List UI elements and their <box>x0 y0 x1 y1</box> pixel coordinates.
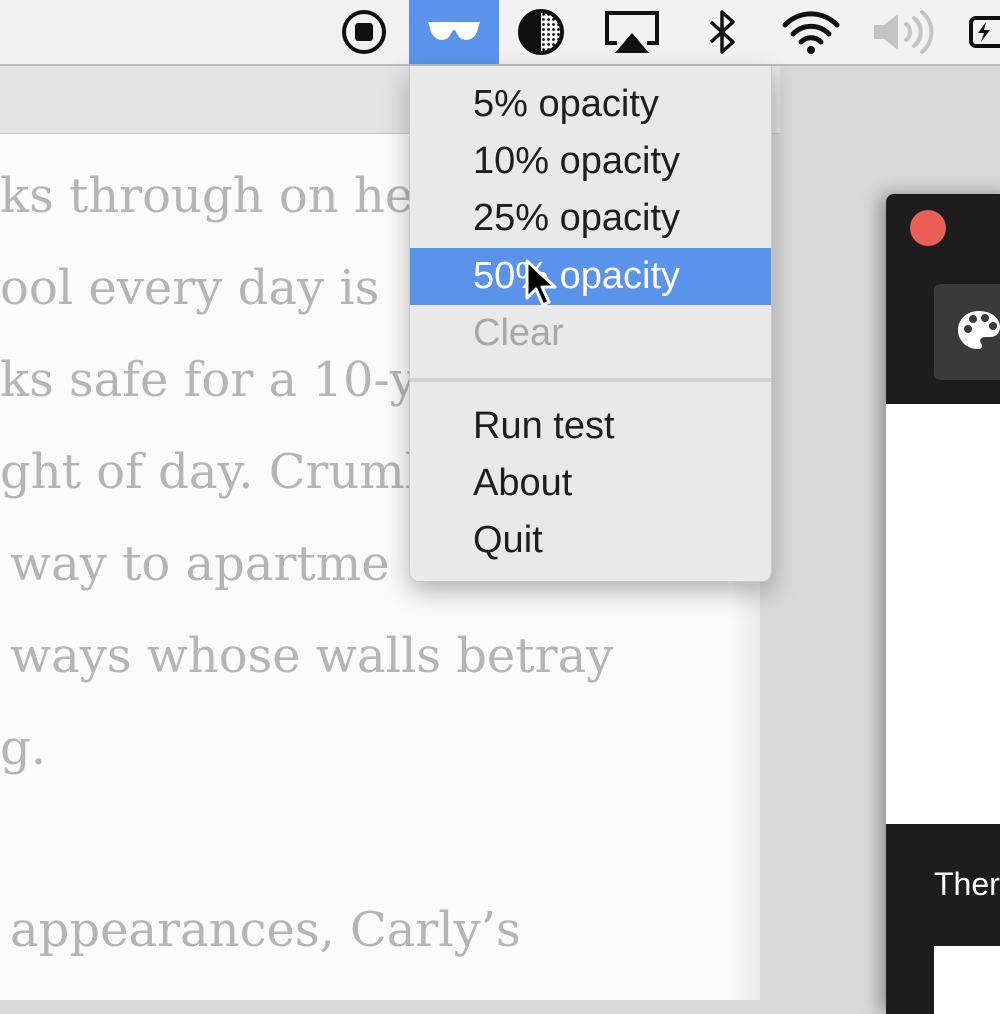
menu-item-5-opacity[interactable]: 5% opacity <box>410 76 771 133</box>
document-line: ks through on her <box>0 168 437 224</box>
document-line: appearances, Carly’s <box>10 902 521 958</box>
menu-item-clear: Clear <box>473 312 564 354</box>
document-line: ool every day is <box>0 260 380 316</box>
theme-input[interactable] <box>934 946 1000 1014</box>
document-line: way to apartme <box>10 536 390 592</box>
airplay-icon[interactable] <box>600 0 664 64</box>
theme-button[interactable] <box>934 284 1000 380</box>
battery-icon[interactable] <box>968 0 1000 64</box>
wifi-icon[interactable] <box>778 0 844 64</box>
accessibility-grid-icon[interactable] <box>512 0 570 64</box>
mouse-cursor-icon <box>524 258 558 315</box>
menu-item-10-opacity[interactable]: 10% opacity <box>410 133 771 190</box>
screen-record-icon[interactable] <box>336 0 392 64</box>
bluetooth-icon[interactable] <box>700 0 744 64</box>
document-line: ght of day. Crumbl <box>0 444 451 500</box>
glasses-icon[interactable] <box>409 0 499 64</box>
menu-bar <box>0 0 1000 66</box>
content-area <box>886 404 1000 824</box>
menu-separator <box>410 378 771 382</box>
menu-item-run-test[interactable]: Run test <box>410 398 771 455</box>
palette-icon <box>956 309 1000 356</box>
menu-item-50-opacity[interactable]: 50% opacity <box>410 248 771 305</box>
theme-label: Ther <box>934 866 1000 902</box>
menu-item-about[interactable]: About <box>410 455 771 512</box>
menu-item-quit[interactable]: Quit <box>410 512 771 569</box>
menu-item-25-opacity[interactable]: 25% opacity <box>410 190 771 247</box>
dark-app-window: Ther <box>886 194 1000 1014</box>
document-line: g. <box>0 720 46 776</box>
opacity-menu: 5% opacity 10% opacity 25% opacity 50% o… <box>409 66 772 582</box>
close-window-button[interactable] <box>910 210 946 246</box>
document-line: ways whose walls betray <box>10 628 614 684</box>
volume-icon[interactable] <box>868 0 938 64</box>
